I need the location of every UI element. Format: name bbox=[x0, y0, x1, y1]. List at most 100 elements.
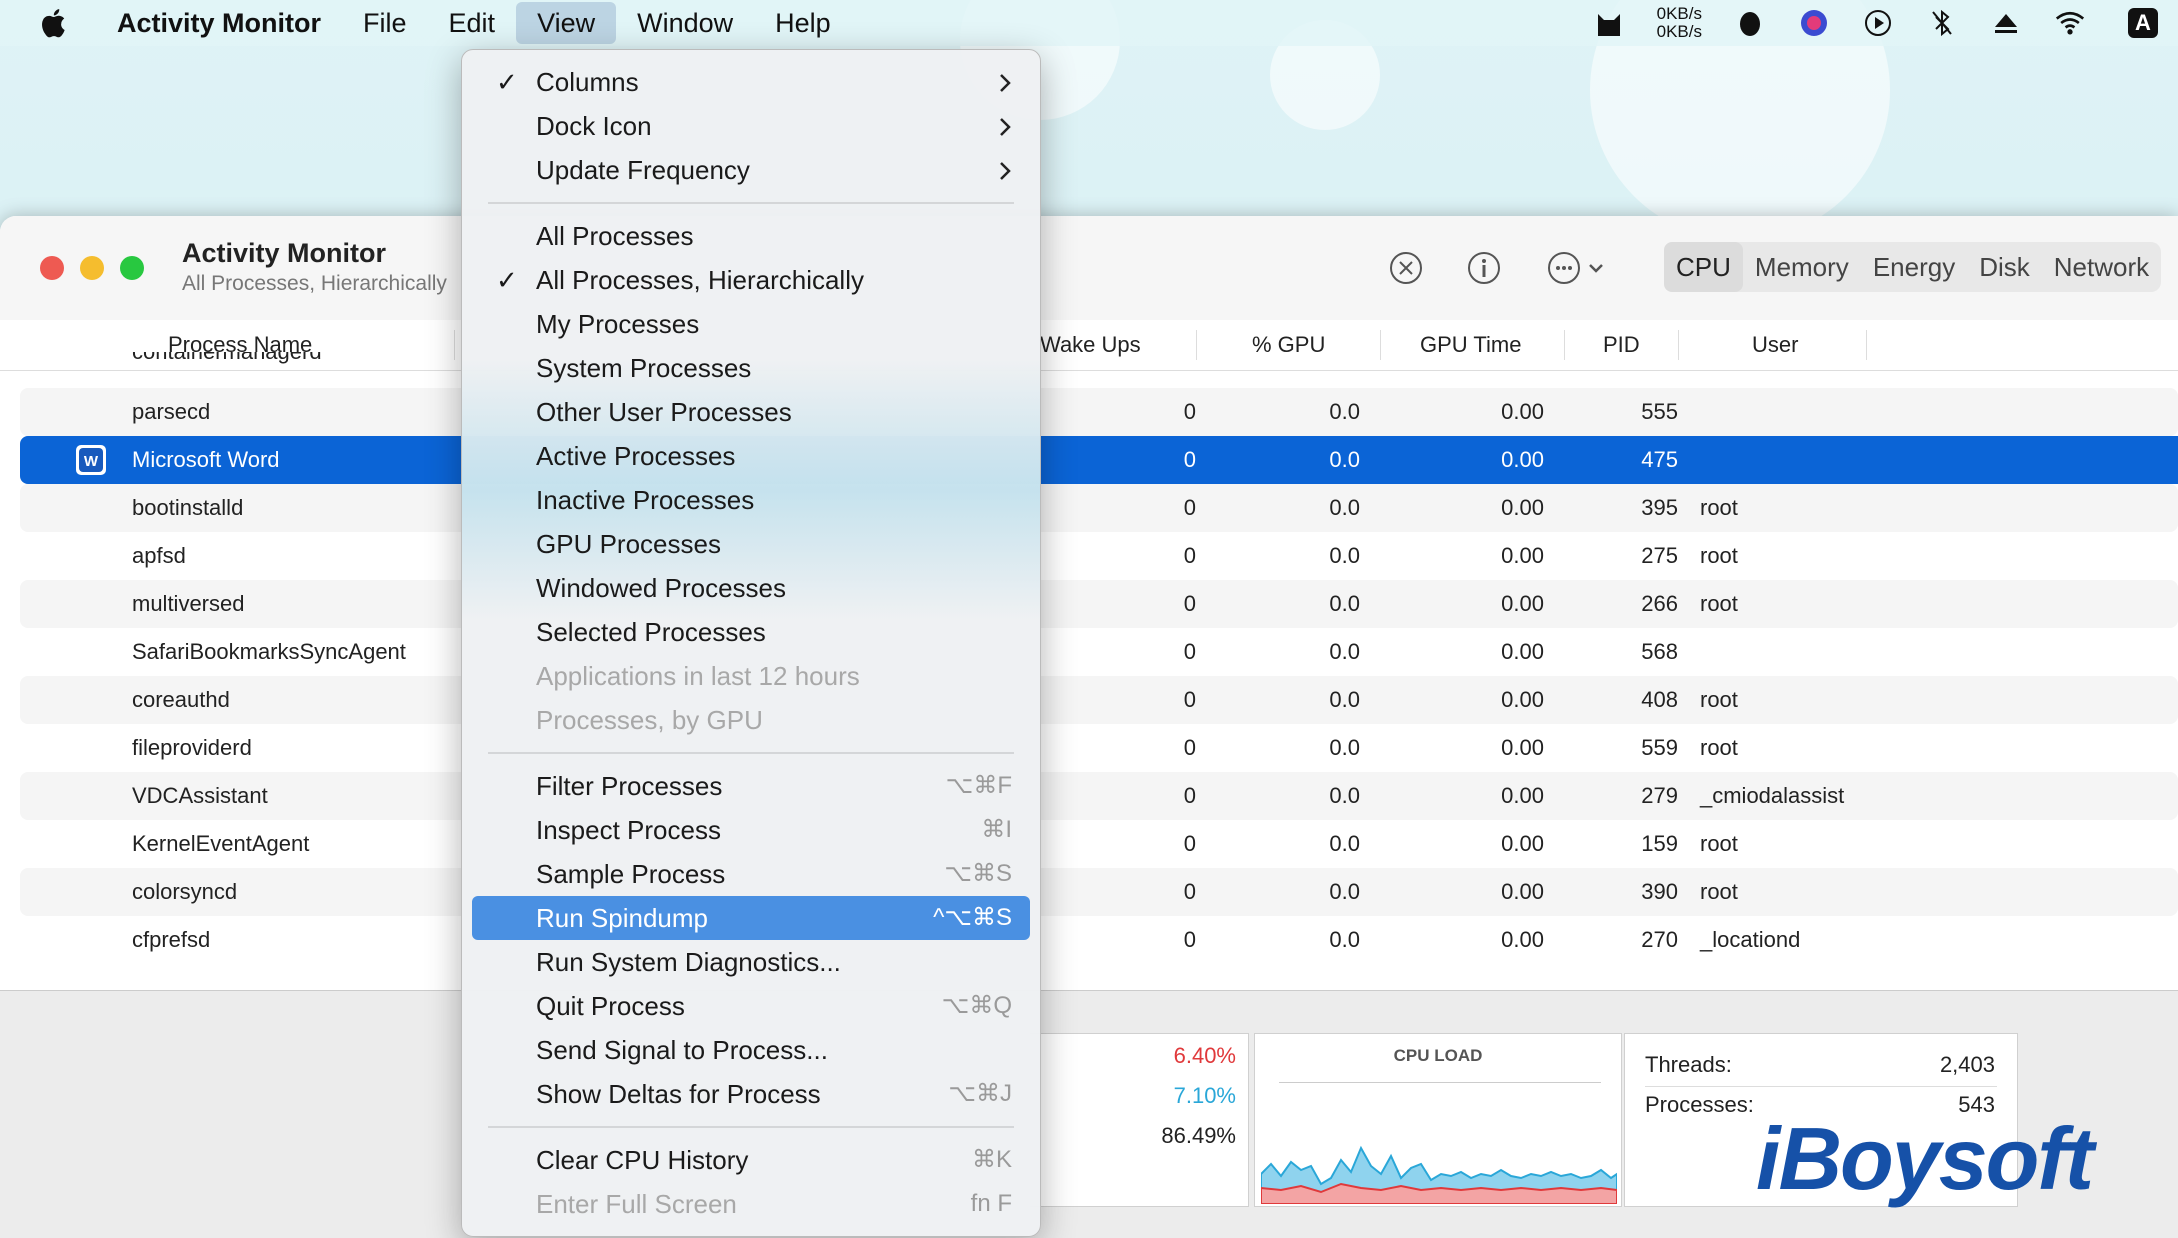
menu-window[interactable]: Window bbox=[616, 0, 754, 46]
menu-item-windowed-processes[interactable]: Windowed Processes bbox=[472, 566, 1030, 610]
menu-item-my-processes[interactable]: My Processes bbox=[472, 302, 1030, 346]
minimize-window-button[interactable] bbox=[80, 256, 104, 280]
stop-process-button[interactable] bbox=[1386, 248, 1426, 288]
tab-disk[interactable]: Disk bbox=[1967, 242, 2042, 292]
menu-file[interactable]: File bbox=[342, 0, 428, 46]
apple-logo-icon[interactable] bbox=[38, 6, 72, 40]
play-icon[interactable] bbox=[1863, 8, 1893, 38]
keyboard-shortcut: ⌥⌘Q bbox=[941, 992, 1012, 1019]
keyboard-shortcut: ⌘K bbox=[971, 1146, 1012, 1173]
menu-item-run-system-diagnostics[interactable]: Run System Diagnostics... bbox=[472, 940, 1030, 984]
user-value: root bbox=[1700, 735, 1738, 760]
tab-memory[interactable]: Memory bbox=[1743, 242, 1861, 292]
table-row[interactable]: bootinstalld 0 0.0 0.00 395 root bbox=[20, 484, 2178, 532]
menu-item-filter-processes[interactable]: Filter Processes ⌥⌘F bbox=[472, 764, 1030, 808]
threads-label: Threads: bbox=[1645, 1052, 1732, 1077]
menu-item-gpu-processes[interactable]: GPU Processes bbox=[472, 522, 1030, 566]
menu-item-label: Other User Processes bbox=[536, 397, 792, 427]
pid-value: 475 bbox=[1641, 447, 1678, 472]
table-row[interactable]: apfsd 0 0.0 0.00 275 root bbox=[20, 532, 2178, 580]
cpu-load-box: CPU LOAD bbox=[1254, 1033, 1622, 1207]
process-name: Microsoft Word bbox=[132, 447, 280, 472]
menu-item-selected-processes[interactable]: Selected Processes bbox=[472, 610, 1030, 654]
close-window-button[interactable] bbox=[40, 256, 64, 280]
menu-item-show-deltas-for-process[interactable]: Show Deltas for Process ⌥⌘J bbox=[472, 1072, 1030, 1116]
network-speed[interactable]: 0KB/s 0KB/s bbox=[1657, 5, 1702, 41]
menu-item-processes-by-gpu: Processes, by GPU bbox=[472, 698, 1030, 742]
cat-icon[interactable] bbox=[1594, 8, 1624, 38]
penguin-icon[interactable] bbox=[1735, 8, 1765, 38]
menu-item-clear-cpu-history[interactable]: Clear CPU History ⌘K bbox=[472, 1138, 1030, 1182]
menu-item-send-signal-to-process[interactable]: Send Signal to Process... bbox=[472, 1028, 1030, 1072]
more-actions-button[interactable] bbox=[1546, 248, 1616, 288]
upload-speed: 0KB/s bbox=[1656, 4, 1702, 23]
user-cpu-value: 7.10% bbox=[1173, 1083, 1236, 1108]
menu-item-update-frequency[interactable]: Update Frequency bbox=[472, 148, 1030, 192]
pid-value: 390 bbox=[1641, 879, 1678, 904]
pid-value: 275 bbox=[1641, 543, 1678, 568]
gpu-time-value: 0.00 bbox=[1501, 591, 1544, 616]
app-badge-icon[interactable] bbox=[1799, 8, 1829, 38]
app-menu[interactable]: Activity Monitor bbox=[96, 0, 342, 46]
menu-item-label: Sample Process bbox=[536, 859, 726, 889]
tab-network[interactable]: Network bbox=[2042, 242, 2161, 292]
table-row[interactable]: W Microsoft Word 0 0.0 0.00 475 bbox=[20, 436, 2178, 484]
user-value: root bbox=[1700, 495, 1738, 520]
wake-ups-value: 0 bbox=[1183, 399, 1196, 424]
table-row[interactable]: cfprefsd 0 0.0 0.00 270 _locationd bbox=[20, 916, 2178, 964]
menu-separator bbox=[488, 202, 1014, 204]
input-source-icon[interactable]: A bbox=[2128, 8, 2158, 38]
menu-item-run-spindump[interactable]: Run Spindump ^⌥⌘S bbox=[472, 896, 1030, 940]
table-row[interactable]: SafariBookmarksSyncAgent 0 0.0 0.00 568 bbox=[20, 628, 2178, 676]
process-name: parsecd bbox=[132, 399, 211, 424]
menu-item-sample-process[interactable]: Sample Process ⌥⌘S bbox=[472, 852, 1030, 896]
table-row[interactable]: fileproviderd 0 0.0 0.00 559 root bbox=[20, 724, 2178, 772]
tab-energy[interactable]: Energy bbox=[1861, 242, 1967, 292]
menu-help[interactable]: Help bbox=[754, 0, 852, 46]
menu-item-label: System Processes bbox=[536, 353, 752, 383]
table-row[interactable]: KernelEventAgent 0 0.0 0.00 159 root bbox=[20, 820, 2178, 868]
menu-item-active-processes[interactable]: Active Processes bbox=[472, 434, 1030, 478]
table-row[interactable]: multiversed 0 0.0 0.00 266 root bbox=[20, 580, 2178, 628]
menu-item-inactive-processes[interactable]: Inactive Processes bbox=[472, 478, 1030, 522]
menu-item-other-user-processes[interactable]: Other User Processes bbox=[472, 390, 1030, 434]
inspect-process-button[interactable] bbox=[1464, 248, 1504, 288]
processes-label: Processes: bbox=[1645, 1092, 1754, 1117]
menu-edit[interactable]: Edit bbox=[428, 0, 517, 46]
table-row[interactable]: VDCAssistant 0 0.0 0.00 279 _cmiodalassist bbox=[20, 772, 2178, 820]
table-row[interactable]: parsecd 0 0.0 0.00 555 bbox=[20, 388, 2178, 436]
menu-item-inspect-process[interactable]: Inspect Process ⌘I bbox=[472, 808, 1030, 852]
menu-item-all-processes-hierarchically[interactable]: ✓ All Processes, Hierarchically bbox=[472, 258, 1030, 302]
bluetooth-off-icon[interactable] bbox=[1927, 8, 1957, 38]
menu-item-label: Run Spindump bbox=[536, 903, 708, 933]
user-value: root bbox=[1700, 591, 1738, 616]
menu-item-all-processes[interactable]: All Processes bbox=[472, 214, 1030, 258]
tab-cpu[interactable]: CPU bbox=[1664, 242, 1743, 292]
gpu-percent-value: 0.0 bbox=[1329, 783, 1360, 808]
menu-separator bbox=[488, 1126, 1014, 1128]
zoom-window-button[interactable] bbox=[120, 256, 144, 280]
menu-item-system-processes[interactable]: System Processes bbox=[472, 346, 1030, 390]
wake-ups-value: 0 bbox=[1183, 591, 1196, 616]
menu-item-label: Update Frequency bbox=[536, 155, 750, 185]
window-title: Activity Monitor bbox=[182, 238, 387, 268]
menu-item-label: Columns bbox=[536, 67, 639, 97]
menu-item-label: Processes, by GPU bbox=[536, 705, 763, 735]
keyboard-shortcut: ⌥⌘F bbox=[945, 772, 1012, 799]
keyboard-shortcut: ⌥⌘S bbox=[944, 860, 1012, 887]
menu-item-dock-icon[interactable]: Dock Icon bbox=[472, 104, 1030, 148]
eject-icon[interactable] bbox=[1991, 8, 2021, 38]
table-row[interactable]: coreauthd 0 0.0 0.00 408 root bbox=[20, 676, 2178, 724]
gpu-percent-value: 0.0 bbox=[1329, 687, 1360, 712]
menu-view[interactable]: View bbox=[516, 2, 617, 44]
menu-item-label: Enter Full Screen bbox=[536, 1189, 737, 1219]
menu-item-quit-process[interactable]: Quit Process ⌥⌘Q bbox=[472, 984, 1030, 1028]
gpu-percent-value: 0.0 bbox=[1329, 543, 1360, 568]
cpu-load-graph bbox=[1261, 1145, 1617, 1204]
wifi-icon[interactable] bbox=[2055, 8, 2085, 38]
menu-item-columns[interactable]: ✓ Columns bbox=[472, 60, 1030, 104]
table-row-partial[interactable]: containermanagerd bbox=[20, 352, 2178, 372]
wake-ups-value: 0 bbox=[1183, 543, 1196, 568]
wake-ups-value: 0 bbox=[1183, 783, 1196, 808]
table-row[interactable]: colorsyncd 0 0.0 0.00 390 root bbox=[20, 868, 2178, 916]
